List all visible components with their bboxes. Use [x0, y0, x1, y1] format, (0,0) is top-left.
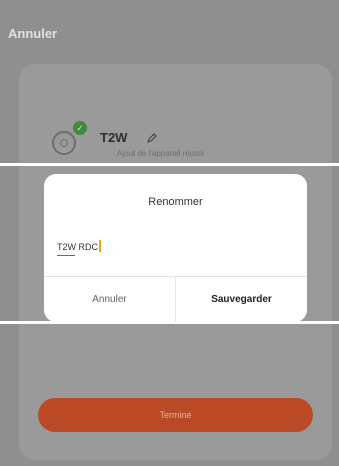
device-name: T2W: [100, 130, 128, 145]
done-button[interactable]: Terminé: [38, 398, 313, 432]
device-subtitle: Ajout de l'appareil réussi: [117, 149, 204, 158]
save-button[interactable]: Sauvegarder: [176, 277, 307, 322]
rename-input[interactable]: T2W RDC: [57, 240, 101, 252]
cancel-button[interactable]: Annuler: [44, 277, 175, 322]
device-icon: [52, 131, 76, 155]
input-underline: [57, 255, 75, 256]
rename-input-value: T2W RDC: [57, 242, 98, 252]
pencil-icon[interactable]: [147, 133, 157, 143]
dialog-title: Renommer: [148, 196, 203, 208]
separator: [0, 163, 339, 166]
check-icon: ✓: [73, 121, 87, 135]
text-cursor: [99, 240, 101, 252]
header-cancel-button[interactable]: Annuler: [8, 26, 57, 41]
rename-dialog: Renommer T2W RDC Annuler Sauvegarder: [44, 174, 307, 322]
